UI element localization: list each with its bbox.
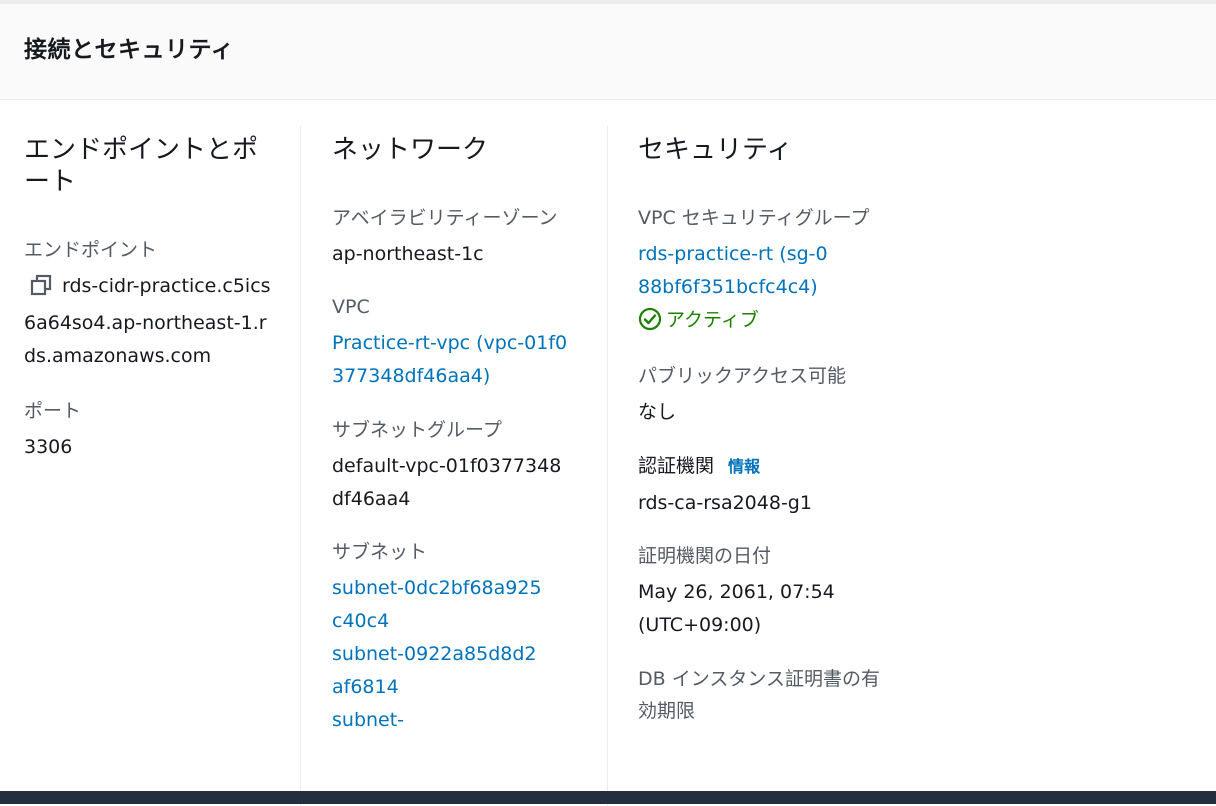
az-label: アベイラビリティーゾーン — [332, 207, 558, 229]
ca-info-link[interactable]: 情報 — [728, 457, 760, 476]
subnet-group-value: default-vpc-01f0377348df46aa4 — [332, 455, 562, 510]
copy-icon[interactable] — [30, 274, 52, 307]
ca-date-label: 証明機関の日付 — [638, 545, 772, 567]
endpoint-value-row: rds-cidr-practice.c5ics6a64so4.ap-northe… — [24, 270, 274, 373]
sg-label: VPC セキュリティグループ — [638, 207, 870, 229]
endpoint-port-column: エンドポイントとポート エンドポイント rds-cidr-practice.c5… — [0, 126, 300, 806]
subnet-group-label: サブネットグループ — [332, 419, 502, 441]
ca-label: 認証機関 — [638, 455, 715, 477]
subnet-link[interactable]: subnet-0dc2bf68a925c40c4 — [332, 572, 547, 638]
subnet-link[interactable]: subnet-0922a85d8d2af6814 — [332, 638, 547, 704]
db-cert-expiry-label: DB インスタンス証明書の有効期限 — [638, 668, 880, 722]
endpoint-value: rds-cidr-practice.c5ics6a64so4.ap-northe… — [24, 275, 271, 367]
ca-value: rds-ca-rsa2048-g1 — [638, 492, 812, 514]
ca-date-value: May 26, 2061, 07:54 (UTC+09:00) — [638, 581, 835, 636]
port-value: 3306 — [24, 436, 73, 458]
check-circle-icon — [638, 307, 662, 331]
sg-status: アクティブ — [638, 304, 897, 337]
vpc-link[interactable]: Practice-rt-vpc (vpc-01f0377348df46aa4) — [332, 327, 572, 393]
sg-status-text: アクティブ — [666, 309, 759, 331]
subnet-link[interactable]: subnet- — [332, 704, 547, 737]
ca-label-row: 認証機関 情報 — [638, 450, 897, 483]
section-title: 接続とセキュリティ — [24, 37, 235, 63]
port-label: ポート — [24, 400, 82, 422]
network-column: ネットワーク アベイラビリティーゾーン ap-northeast-1c VPC … — [300, 126, 607, 806]
footer-bar — [0, 791, 1216, 804]
security-heading: セキュリティ — [638, 135, 793, 165]
vpc-label: VPC — [332, 296, 370, 318]
network-heading: ネットワーク — [332, 135, 489, 165]
security-column: セキュリティ VPC セキュリティグループ rds-practice-rt (s… — [607, 126, 897, 806]
endpoint-port-heading: エンドポイントとポート — [24, 135, 259, 197]
public-access-label: パブリックアクセス可能 — [638, 365, 847, 387]
az-value: ap-northeast-1c — [332, 243, 484, 265]
endpoint-label: エンドポイント — [24, 239, 158, 261]
subnets-label: サブネット — [332, 541, 428, 563]
sg-link[interactable]: rds-practice-rt (sg-088bf6f351bcfc4c4) — [638, 238, 838, 304]
public-access-value: なし — [638, 401, 677, 423]
section-header: 接続とセキュリティ — [0, 4, 1216, 100]
